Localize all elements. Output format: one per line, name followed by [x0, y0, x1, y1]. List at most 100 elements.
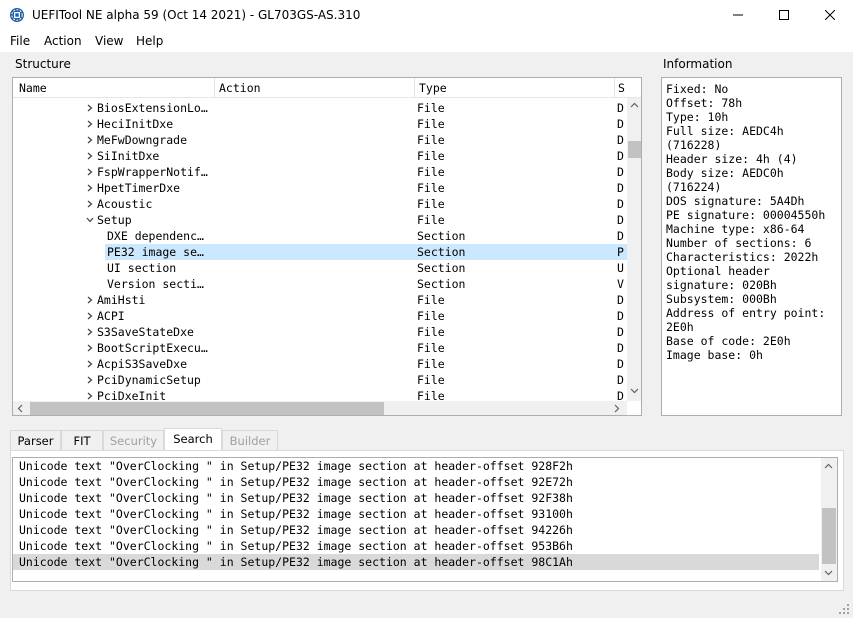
- tree-row[interactable]: MeFwDowngrade File D: [13, 132, 627, 148]
- tab-parser[interactable]: Parser: [10, 430, 61, 451]
- menu-help[interactable]: Help: [136, 34, 163, 48]
- menu-file[interactable]: File: [10, 34, 30, 48]
- chevron-right-icon[interactable]: [86, 312, 94, 320]
- menu-view[interactable]: View: [95, 34, 123, 48]
- tree-item-type: Section: [417, 245, 466, 259]
- info-line: Optional header: [666, 264, 770, 278]
- tree-row[interactable]: Setup File D: [13, 212, 627, 228]
- info-line: Machine type: x86-64: [666, 222, 805, 236]
- scroll-right-icon[interactable]: [614, 404, 620, 413]
- chevron-right-icon[interactable]: [86, 376, 94, 384]
- search-results-list[interactable]: Unicode text "OverClocking " in Setup/PE…: [12, 457, 838, 582]
- tree-item-subtype: D: [617, 293, 624, 307]
- maximize-button[interactable]: [761, 0, 807, 30]
- scroll-down-icon[interactable]: [630, 388, 639, 394]
- chevron-right-icon[interactable]: [86, 344, 94, 352]
- tree-item-subtype: D: [617, 165, 624, 179]
- tree-vertical-scroll-thumb[interactable]: [628, 141, 641, 158]
- scroll-up-icon[interactable]: [630, 102, 639, 108]
- search-result-item[interactable]: Unicode text "OverClocking " in Setup/PE…: [13, 522, 819, 538]
- info-line: Header size: 4h (4): [666, 152, 798, 166]
- chevron-right-icon[interactable]: [86, 360, 94, 368]
- info-line: Fixed: No: [666, 82, 729, 96]
- structure-tree[interactable]: Name Action Type S BiosExtensionLo… File D…: [12, 77, 642, 416]
- tree-row[interactable]: HeciInitDxe File D: [13, 116, 627, 132]
- column-separator[interactable]: [214, 78, 215, 98]
- search-result-item[interactable]: Unicode text "OverClocking " in Setup/PE…: [13, 538, 819, 554]
- tree-row[interactable]: BiosExtensionLo… File D: [13, 100, 627, 116]
- search-result-item[interactable]: Unicode text "OverClocking " in Setup/PE…: [13, 490, 819, 506]
- chevron-right-icon[interactable]: [86, 296, 94, 304]
- tree-row[interactable]: FspWrapperNotif… File D: [13, 164, 627, 180]
- tree-item-name: PciDynamicSetup: [97, 373, 201, 387]
- search-result-item[interactable]: Unicode text "OverClocking " in Setup/PE…: [13, 458, 819, 474]
- tree-row[interactable]: PE32 image se… Section P: [13, 244, 627, 260]
- tab-security[interactable]: Security: [103, 430, 164, 451]
- scroll-down-icon[interactable]: [824, 570, 833, 576]
- tree-row[interactable]: UI section Section U: [13, 260, 627, 276]
- chevron-down-icon[interactable]: [86, 216, 94, 224]
- tree-row[interactable]: S3SaveStateDxe File D: [13, 324, 627, 340]
- chevron-right-icon[interactable]: [86, 152, 94, 160]
- tree-vertical-scrollbar[interactable]: [627, 98, 641, 401]
- search-result-item[interactable]: Unicode text "OverClocking " in Setup/PE…: [13, 506, 819, 522]
- tree-item-name: S3SaveStateDxe: [97, 325, 194, 339]
- chevron-right-icon[interactable]: [86, 328, 94, 336]
- column-separator[interactable]: [614, 78, 615, 98]
- tree-horizontal-scroll-thumb[interactable]: [30, 402, 384, 415]
- tree-item-type: File: [417, 165, 445, 179]
- search-result-item[interactable]: Unicode text "OverClocking " in Setup/PE…: [13, 474, 819, 490]
- tree-row[interactable]: BootScriptExecu… File D: [13, 340, 627, 356]
- maximize-icon: [779, 10, 789, 20]
- tree-item-name: UI section: [107, 261, 177, 275]
- tree-row[interactable]: Acoustic File D: [13, 196, 627, 212]
- chevron-right-icon[interactable]: [86, 120, 94, 128]
- tab-search[interactable]: Search: [164, 428, 222, 451]
- tree-row[interactable]: ACPI File D: [13, 308, 627, 324]
- info-line: Image base: 0h: [666, 348, 763, 362]
- tree-item-type: File: [417, 325, 445, 339]
- scroll-left-icon[interactable]: [17, 404, 23, 413]
- chevron-right-icon[interactable]: [86, 392, 94, 400]
- resize-grip-icon[interactable]: [838, 603, 850, 615]
- minimize-icon: [733, 14, 743, 16]
- info-line: (716228): [666, 138, 722, 152]
- tree-row[interactable]: PciDynamicSetup File D: [13, 372, 627, 388]
- tree-item-name: SiInitDxe: [97, 149, 160, 163]
- info-line: Offset: 78h: [666, 96, 743, 110]
- column-name[interactable]: Name: [19, 81, 209, 95]
- tree-item-subtype: U: [617, 261, 624, 275]
- column-separator[interactable]: [414, 78, 415, 98]
- scroll-up-icon[interactable]: [824, 463, 833, 469]
- tree-row[interactable]: AmiHsti File D: [13, 292, 627, 308]
- tree-horizontal-scrollbar[interactable]: [13, 401, 627, 415]
- column-action[interactable]: Action: [219, 81, 409, 95]
- chevron-right-icon[interactable]: [86, 168, 94, 176]
- tree-item-subtype: D: [617, 133, 624, 147]
- tree-item-type: Section: [417, 229, 466, 243]
- results-vertical-scrollbar[interactable]: [821, 458, 837, 581]
- tab-builder[interactable]: Builder: [222, 430, 278, 451]
- tab-fit[interactable]: FIT: [61, 430, 103, 451]
- title-bar[interactable]: UEFITool NE alpha 59 (Oct 14 2021) - GL7…: [0, 0, 853, 30]
- tree-row[interactable]: HpetTimerDxe File D: [13, 180, 627, 196]
- information-label: Information: [663, 57, 733, 71]
- chevron-right-icon[interactable]: [86, 184, 94, 192]
- info-line: Body size: AEDC0h: [666, 166, 784, 180]
- results-vertical-scroll-thumb[interactable]: [822, 508, 836, 564]
- chevron-right-icon[interactable]: [86, 136, 94, 144]
- tree-row[interactable]: Version secti… Section V: [13, 276, 627, 292]
- tree-item-subtype: D: [617, 101, 624, 115]
- search-result-item[interactable]: Unicode text "OverClocking " in Setup/PE…: [13, 554, 819, 570]
- close-button[interactable]: [807, 0, 853, 30]
- column-type[interactable]: Type: [419, 81, 609, 95]
- chevron-right-icon[interactable]: [86, 200, 94, 208]
- chevron-right-icon[interactable]: [86, 104, 94, 112]
- column-subtype[interactable]: S: [618, 81, 628, 95]
- tree-row[interactable]: AcpiS3SaveDxe File D: [13, 356, 627, 372]
- tree-row[interactable]: DXE dependenc… Section D: [13, 228, 627, 244]
- minimize-button[interactable]: [715, 0, 761, 30]
- tree-row[interactable]: SiInitDxe File D: [13, 148, 627, 164]
- tree-header: Name Action Type S: [13, 78, 641, 98]
- menu-action[interactable]: Action: [44, 34, 82, 48]
